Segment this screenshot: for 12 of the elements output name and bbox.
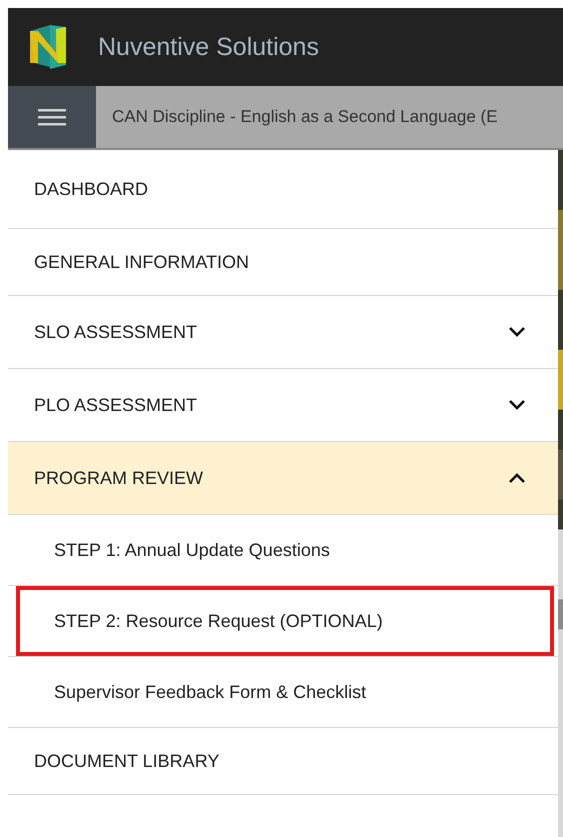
- menu-button[interactable]: [8, 86, 96, 148]
- chevron-down-icon: [508, 326, 526, 338]
- submenu-item[interactable]: STEP 1: Annual Update Questions: [8, 515, 554, 585]
- page-title: CAN Discipline - English as a Second Language (E: [112, 107, 498, 127]
- submenu-item[interactable]: STEP 2: Resource Request (OPTIONAL): [16, 586, 554, 656]
- submenu-item[interactable]: Supervisor Feedback Form & Checklist: [8, 657, 554, 727]
- logo-icon: [28, 23, 68, 71]
- app-title: Nuventive Solutions: [98, 32, 319, 62]
- menu-icon: [38, 107, 66, 127]
- chevron-down-icon: [508, 399, 526, 411]
- chevron-up-icon: [508, 472, 526, 484]
- menu-item[interactable]: PROGRAM REVIEW: [8, 442, 558, 515]
